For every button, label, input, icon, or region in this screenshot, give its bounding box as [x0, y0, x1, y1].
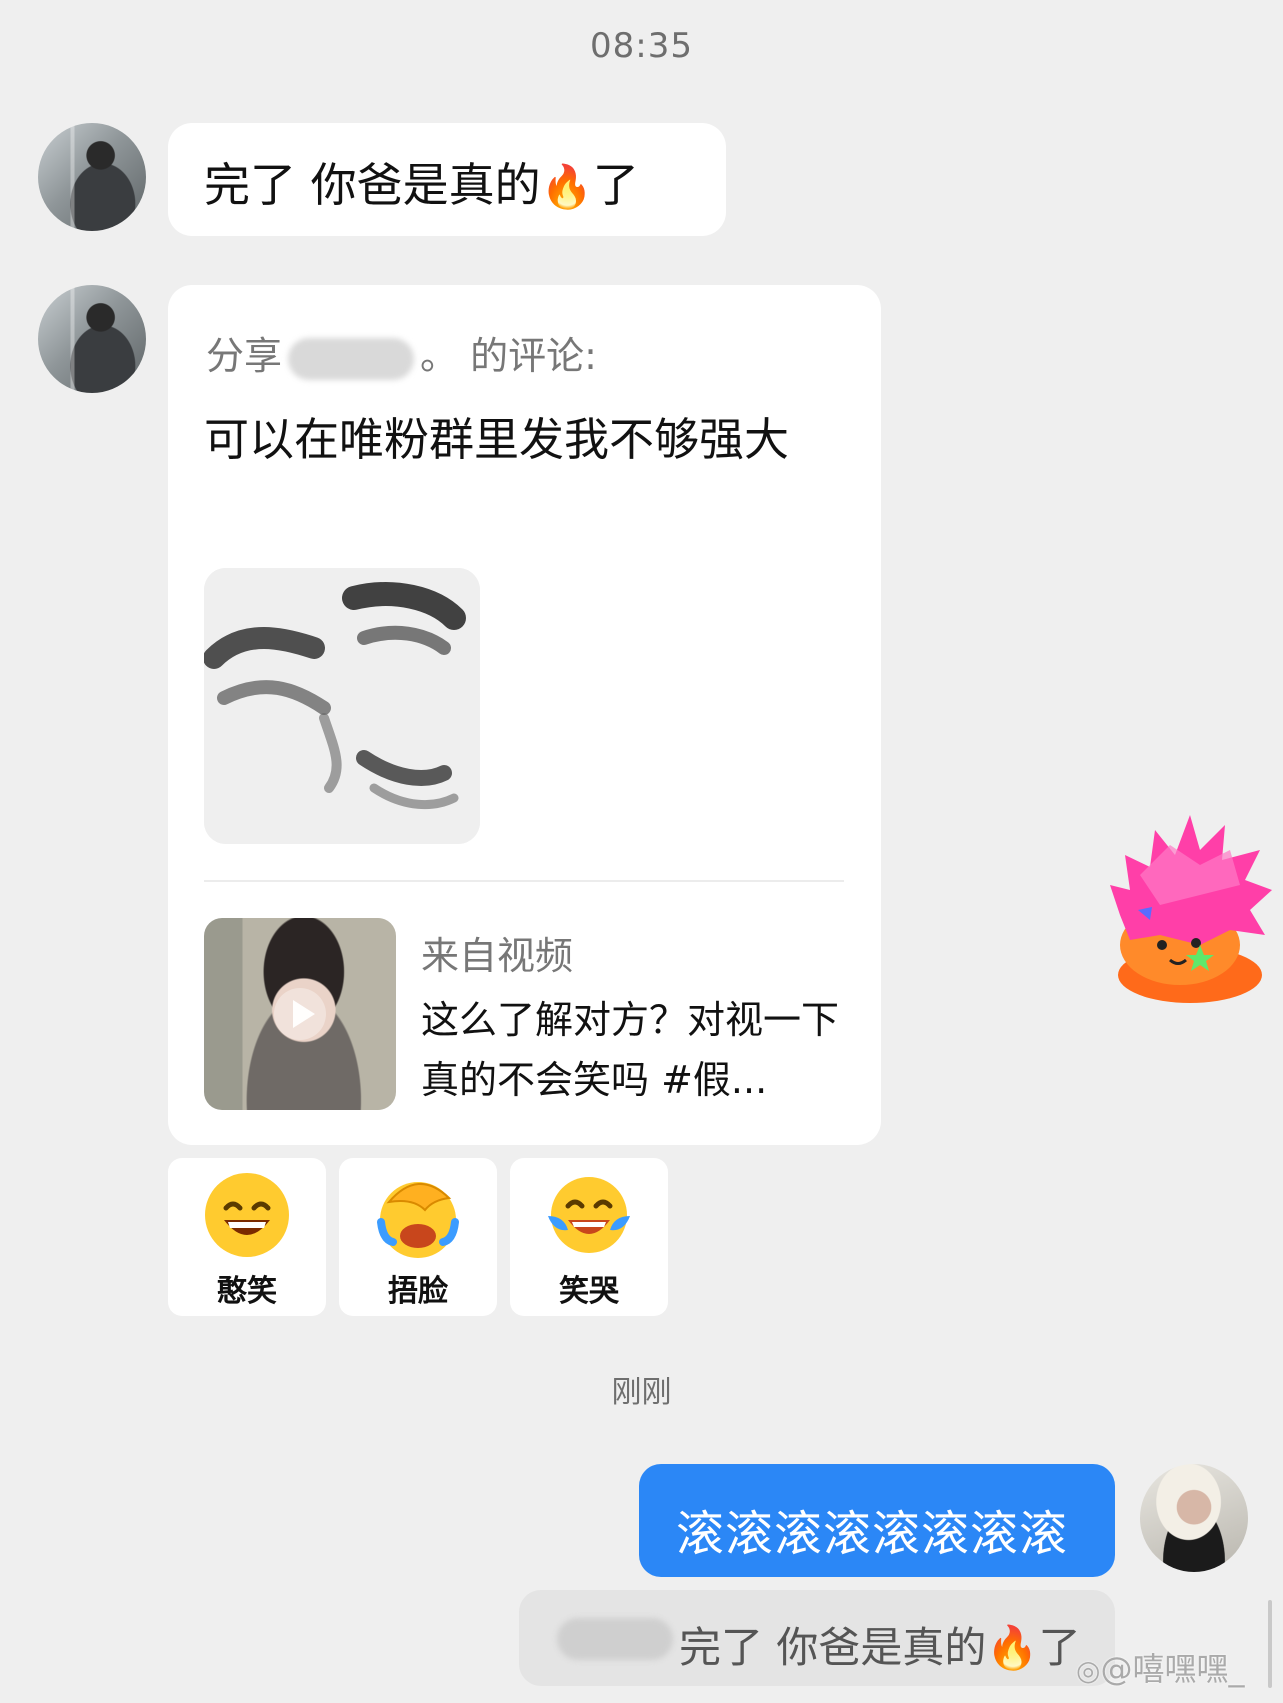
sticker-character[interactable]: [1100, 795, 1272, 1005]
meme-image[interactable]: [204, 568, 480, 844]
reaction-grin[interactable]: 憨笑: [168, 1158, 326, 1316]
play-icon: [274, 988, 326, 1040]
tears-of-joy-icon: [548, 1177, 630, 1253]
blurred-username: [557, 1618, 673, 1660]
grin-face-icon: [205, 1173, 289, 1257]
blurred-username: [288, 337, 415, 380]
timestamp-middle: 刚刚: [611, 1375, 672, 1410]
contact-avatar[interactable]: [38, 285, 146, 393]
my-message-text: 滚滚滚滚滚滚滚滚: [676, 1506, 1069, 1562]
watermark: ◎@嘻嘿嘿_: [1076, 1650, 1245, 1688]
quoted-message[interactable]: 完了 你爸是真的🔥了: [519, 1590, 1115, 1686]
my-avatar[interactable]: [1140, 1464, 1248, 1572]
weibo-icon: ◎: [1076, 1654, 1101, 1687]
contact-avatar[interactable]: [38, 123, 146, 231]
reaction-label: 憨笑: [217, 1274, 277, 1309]
fire-emoji-icon: 🔥: [986, 1623, 1039, 1672]
message-bubble-1[interactable]: 完了 你爸是真的🔥了: [168, 123, 726, 236]
shared-comment-card[interactable]: 分享。 的评论: 可以在唯粉群里发我不够强大 来自视频 这么了解对方？对视一下真…: [168, 285, 881, 1145]
message-text: 完了 你爸是真的🔥了: [204, 158, 639, 212]
reaction-tears-of-joy[interactable]: 笑哭: [510, 1158, 668, 1316]
video-title[interactable]: 这么了解对方？对视一下真的不会笑吗 #假...: [421, 990, 841, 1110]
reaction-label: 笑哭: [559, 1274, 619, 1309]
my-message-bubble[interactable]: 滚滚滚滚滚滚滚滚: [639, 1464, 1115, 1577]
card-divider: [204, 880, 844, 882]
video-source-label: 来自视频: [421, 934, 574, 978]
shared-comment-text: 可以在唯粉群里发我不够强大: [204, 413, 790, 466]
timestamp-top: 08:35: [590, 26, 693, 66]
fire-emoji-icon: 🔥: [540, 162, 593, 211]
quoted-message-text: 完了 你爸是真的🔥了: [679, 1623, 1081, 1672]
facepalm-icon: [377, 1182, 459, 1258]
scrollbar[interactable]: [1268, 1600, 1272, 1688]
share-header: 分享。 的评论:: [206, 334, 597, 380]
reaction-facepalm[interactable]: 捂脸: [339, 1158, 497, 1316]
video-thumbnail[interactable]: [204, 918, 396, 1110]
reaction-label: 捂脸: [388, 1274, 448, 1309]
